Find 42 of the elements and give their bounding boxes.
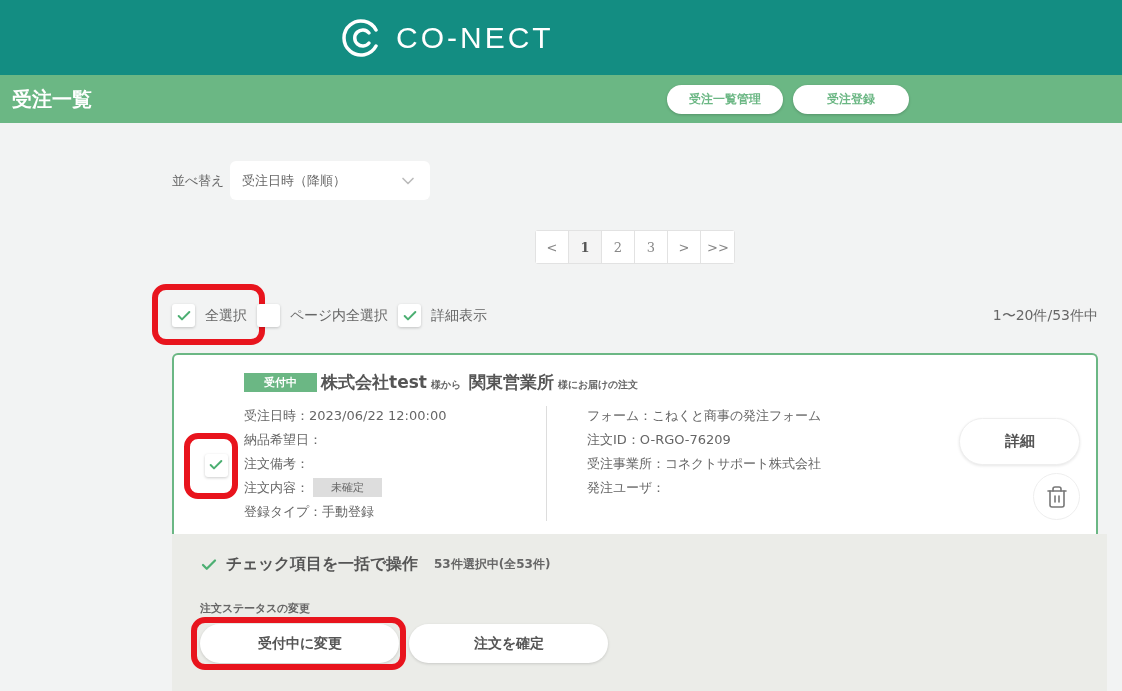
page-button[interactable]: >> xyxy=(701,231,734,263)
sort-select[interactable]: 受注日時（降順） xyxy=(230,161,430,200)
section-label: 注文ステータスの変更 xyxy=(200,601,311,616)
status-change-button[interactable]: 注文を確定 xyxy=(409,624,608,663)
page-button[interactable]: 2 xyxy=(602,231,635,263)
trash-icon xyxy=(1044,484,1069,509)
checkbox[interactable] xyxy=(398,304,421,327)
sender-name: 株式会社test xyxy=(321,371,427,394)
status-tag: 未確定 xyxy=(313,478,382,497)
recipient-name: 関東営業所 xyxy=(468,371,554,394)
order-field: 登録タイプ：手動登録 xyxy=(244,502,546,521)
option-label: 詳細表示 xyxy=(431,306,487,325)
header-button[interactable]: 受注一覧管理 xyxy=(667,84,783,114)
header-button[interactable]: 受注登録 xyxy=(793,84,909,114)
selection-count: 53件選択中(全53件) xyxy=(434,556,551,573)
order-field: 受注日時：2023/06/22 12:00:00 xyxy=(244,406,546,425)
sender-suffix: 様から xyxy=(430,378,461,392)
page-title: 受注一覧 xyxy=(12,85,93,113)
order-field: 注文内容： xyxy=(244,478,309,497)
logo-text: CO-NECT xyxy=(396,20,554,55)
option-label: ページ内全選択 xyxy=(290,306,388,325)
order-field: フォーム：こねくと商事の発注フォーム xyxy=(587,406,857,425)
order-field: 注文ID：O-RGO-76209 xyxy=(587,430,857,449)
bulk-title: チェック項目を一括で操作 xyxy=(226,554,418,575)
order-field: 注文備考： xyxy=(244,454,546,473)
result-count: 1〜20件/53件中 xyxy=(992,306,1098,325)
order-field: 発注ユーザ： xyxy=(587,478,857,497)
checkbox[interactable] xyxy=(172,304,195,327)
checkbox[interactable] xyxy=(257,304,280,327)
delete-button[interactable] xyxy=(1033,473,1080,520)
page-button[interactable]: < xyxy=(536,231,569,263)
sort-label: 並べ替え xyxy=(172,171,224,190)
detail-button[interactable]: 詳細 xyxy=(959,418,1080,465)
order-field: 納品希望日： xyxy=(244,430,546,449)
order-field: 受注事業所：コネクトサポート株式会社 xyxy=(587,454,857,473)
page-button[interactable]: > xyxy=(668,231,701,263)
status-change-button[interactable]: 受付中に変更 xyxy=(200,624,399,663)
status-badge: 受付中 xyxy=(244,373,317,392)
option-label: 全選択 xyxy=(205,306,247,325)
recipient-suffix: 様にお届けの注文 xyxy=(557,378,638,392)
page-button[interactable]: 3 xyxy=(635,231,668,263)
checkbox[interactable] xyxy=(204,453,228,477)
